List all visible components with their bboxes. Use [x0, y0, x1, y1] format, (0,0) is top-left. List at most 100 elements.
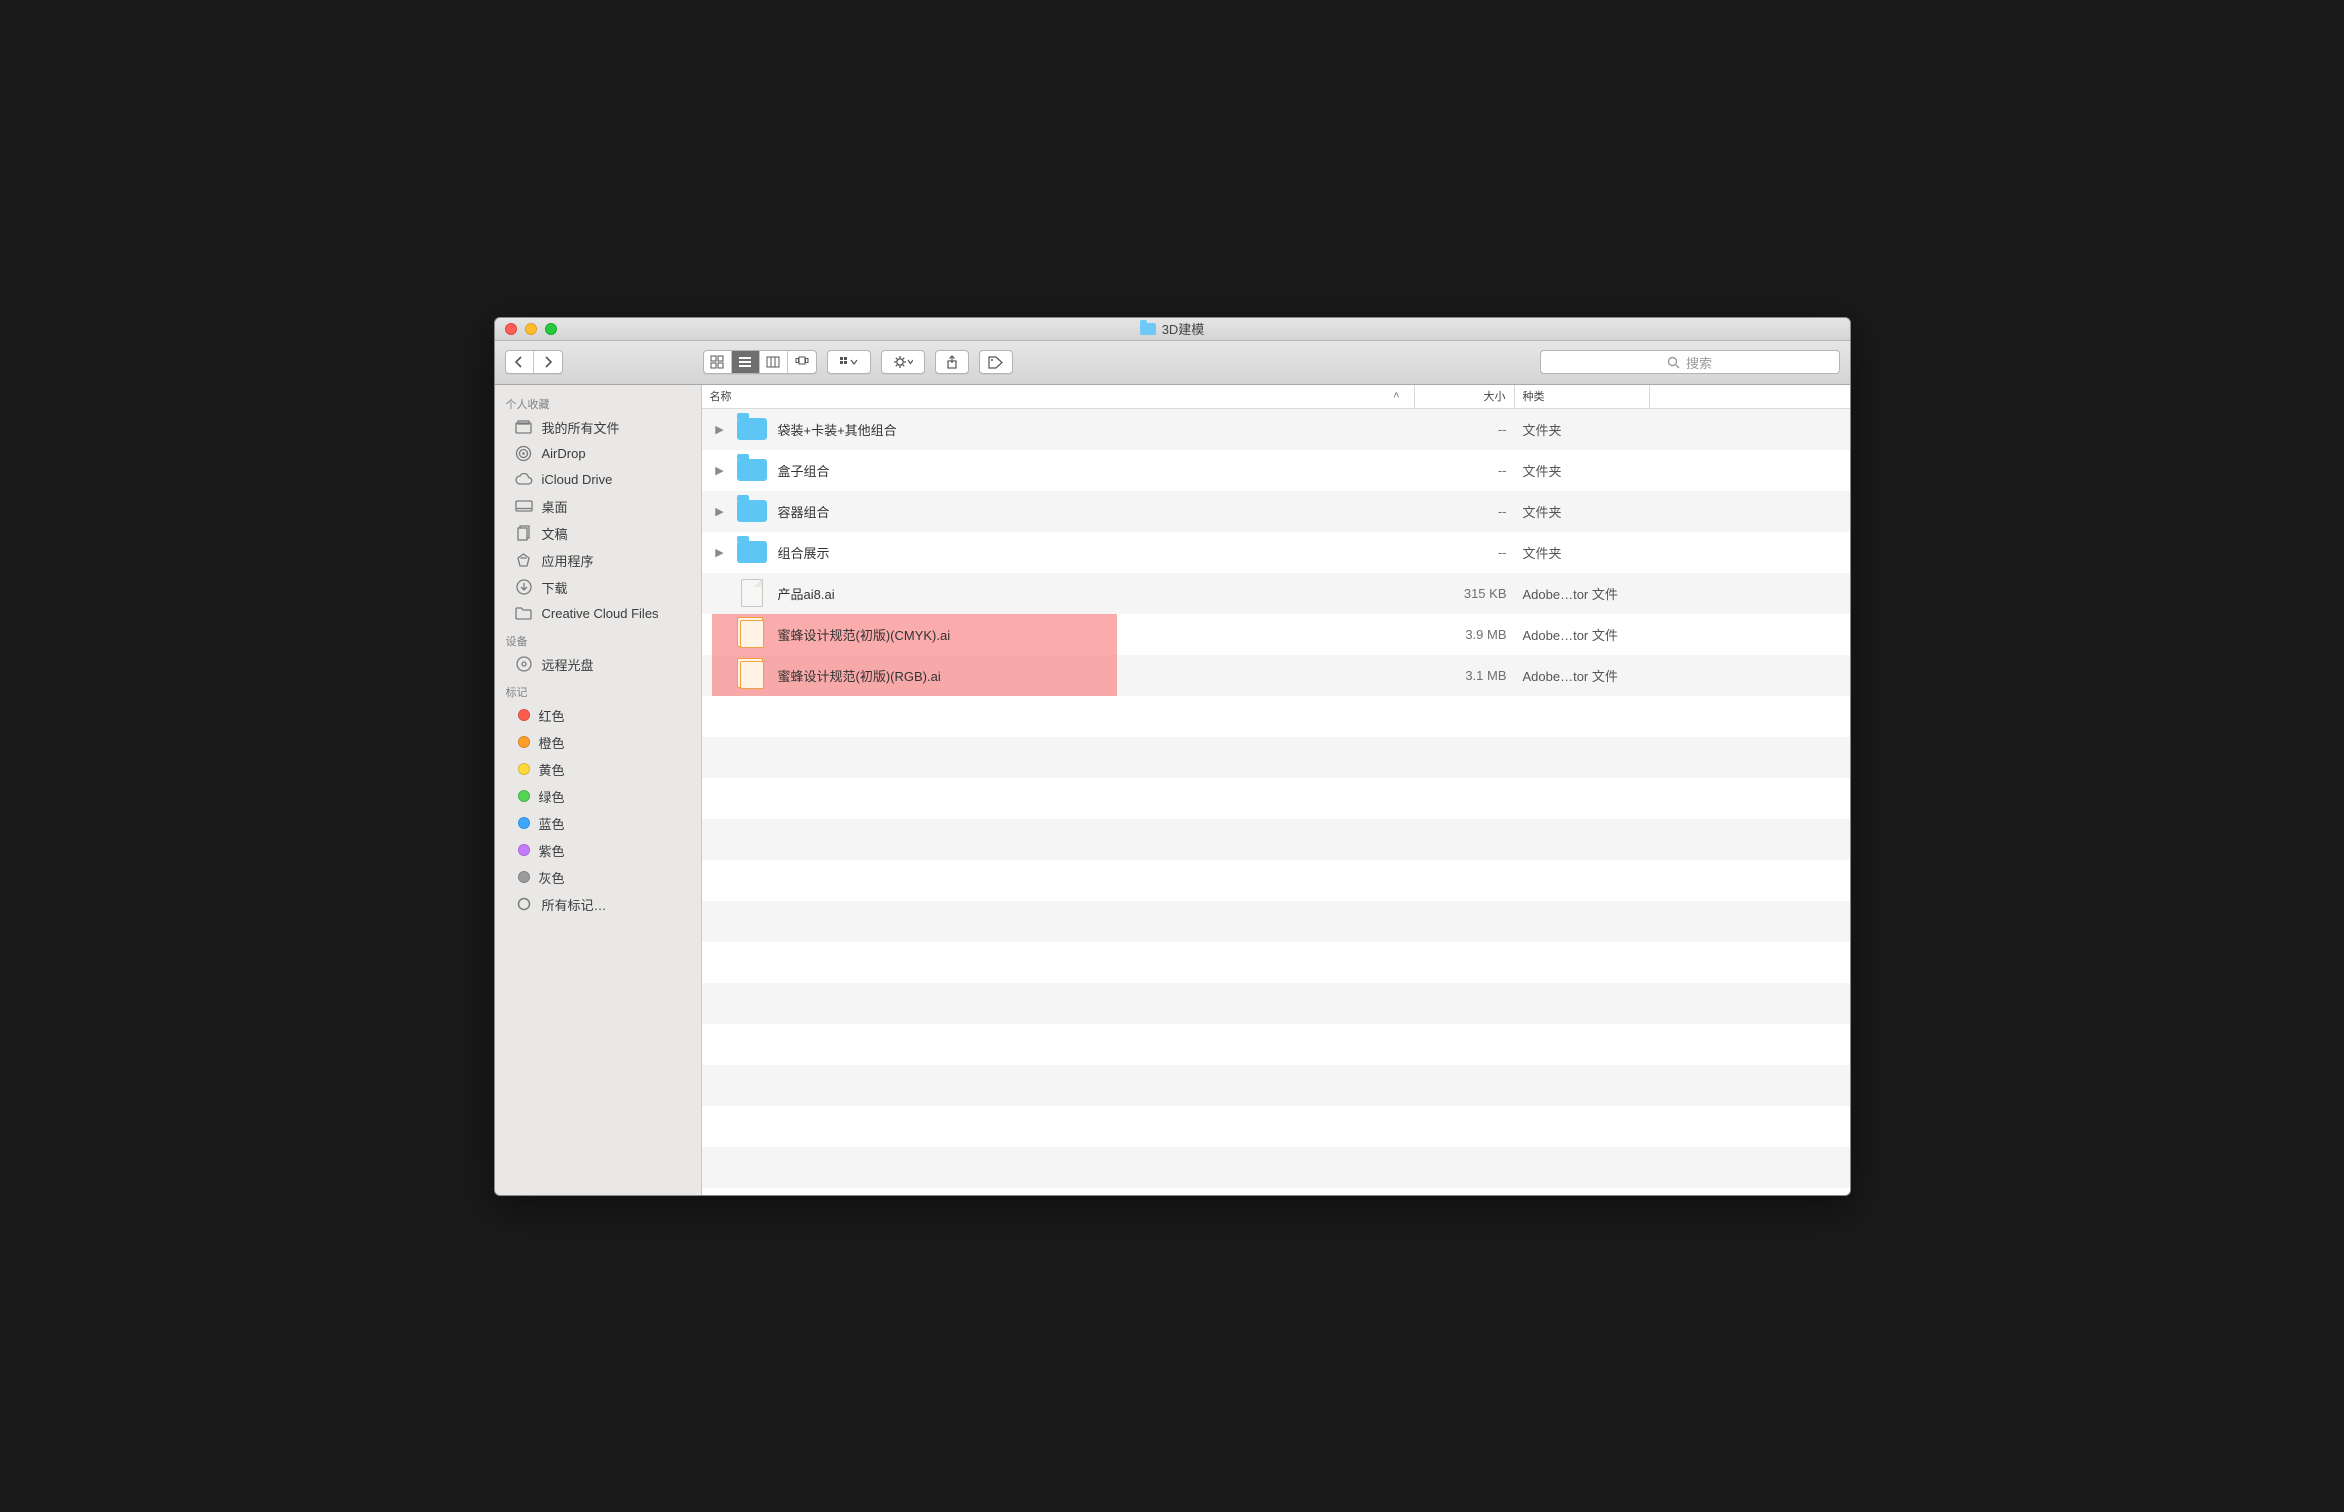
sidebar-group-tags: 标记 [495, 678, 701, 702]
minimize-window-button[interactable] [525, 323, 537, 335]
empty-row [702, 983, 1850, 1024]
sidebar-tag-item[interactable]: 所有标记… [495, 891, 701, 918]
tag-color-dot [518, 790, 530, 802]
close-window-button[interactable] [505, 323, 517, 335]
arrange-button[interactable] [827, 350, 871, 374]
file-name: 盒子组合 [778, 461, 830, 480]
sidebar-item-desktop[interactable]: 桌面 [495, 493, 701, 520]
file-row[interactable]: 蜜蜂设计规范(初版)(CMYK).ai3.9 MBAdobe…tor 文件 [702, 614, 1850, 655]
cell-kind: 文件夹 [1515, 502, 1650, 521]
sidebar-item-label: 灰色 [539, 868, 565, 887]
cell-kind: Adobe…tor 文件 [1515, 584, 1650, 603]
sidebar-item-downloads[interactable]: 下载 [495, 574, 701, 601]
empty-row [702, 1188, 1850, 1195]
empty-row [702, 1024, 1850, 1065]
list-body: ▶袋装+卡装+其他组合--文件夹▶盒子组合--文件夹▶容器组合--文件夹▶组合展… [702, 409, 1850, 1195]
traffic-lights [495, 323, 557, 335]
sidebar-item-label: 文稿 [542, 524, 568, 543]
sidebar-tag-item[interactable]: 红色 [495, 702, 701, 729]
sidebar-tag-item[interactable]: 绿色 [495, 783, 701, 810]
sidebar-item-airdrop[interactable]: AirDrop [495, 441, 701, 467]
sidebar-item-label: AirDrop [542, 446, 586, 461]
cell-name: ▶容器组合 [702, 497, 1415, 525]
empty-row [702, 942, 1850, 983]
airdrop-icon [515, 445, 533, 463]
column-header-size[interactable]: 大小 [1415, 385, 1515, 408]
action-button[interactable] [881, 350, 925, 374]
cell-kind: 文件夹 [1515, 543, 1650, 562]
file-row[interactable]: ▶袋装+卡装+其他组合--文件夹 [702, 409, 1850, 450]
empty-row [702, 819, 1850, 860]
tag-color-dot [518, 871, 530, 883]
folder-icon [515, 605, 533, 623]
tags-button[interactable] [979, 350, 1013, 374]
finder-window: 3D建模 [494, 317, 1851, 1196]
sidebar-item-label: 我的所有文件 [542, 418, 620, 437]
cell-kind: 文件夹 [1515, 461, 1650, 480]
cell-size: 315 KB [1415, 586, 1515, 601]
back-button[interactable] [506, 351, 534, 373]
sidebar-tag-item[interactable]: 蓝色 [495, 810, 701, 837]
cell-size: -- [1415, 463, 1515, 478]
sidebar-item-label: 蓝色 [539, 814, 565, 833]
disclosure-triangle[interactable]: ▶ [714, 423, 726, 436]
sidebar-item-label: 橙色 [539, 733, 565, 752]
icon-view-button[interactable] [704, 351, 732, 373]
sidebar-item-creative-cloud[interactable]: Creative Cloud Files [495, 601, 701, 627]
file-row[interactable]: 产品ai8.ai 315 KBAdobe…tor 文件 [702, 573, 1850, 614]
folder-icon [1140, 323, 1156, 335]
column-header-name[interactable]: 名称 ˄ [702, 385, 1415, 408]
cell-size: -- [1415, 504, 1515, 519]
file-row[interactable]: ▶组合展示--文件夹 [702, 532, 1850, 573]
toolbar: 搜索 [495, 341, 1850, 385]
disclosure-triangle[interactable]: ▶ [714, 464, 726, 477]
sidebar-item-icloud[interactable]: iCloud Drive [495, 467, 701, 493]
file-row[interactable]: 蜜蜂设计规范(初版)(RGB).ai3.1 MBAdobe…tor 文件 [702, 655, 1850, 696]
cloud-icon [515, 471, 533, 489]
forward-button[interactable] [534, 351, 562, 373]
cell-size: 3.1 MB [1415, 668, 1515, 683]
window-title: 3D建模 [495, 319, 1850, 338]
folder-icon [736, 456, 768, 484]
sidebar-item-documents[interactable]: 文稿 [495, 520, 701, 547]
column-header-extra[interactable] [1650, 385, 1850, 408]
cell-size: 3.9 MB [1415, 627, 1515, 642]
sidebar-tag-item[interactable]: 灰色 [495, 864, 701, 891]
sidebar-item-label: 下载 [542, 578, 568, 597]
share-button[interactable] [935, 350, 969, 374]
coverflow-view-button[interactable] [788, 351, 816, 373]
sidebar-item-applications[interactable]: 应用程序 [495, 547, 701, 574]
zoom-window-button[interactable] [545, 323, 557, 335]
search-placeholder: 搜索 [1686, 353, 1712, 372]
file-name: 袋装+卡装+其他组合 [778, 420, 897, 439]
sidebar-tag-item[interactable]: 紫色 [495, 837, 701, 864]
file-row[interactable]: ▶容器组合--文件夹 [702, 491, 1850, 532]
tag-color-dot [518, 709, 530, 721]
list-view-button[interactable] [732, 351, 760, 373]
search-field[interactable]: 搜索 [1540, 350, 1840, 374]
remote-disc-icon [515, 655, 533, 673]
cell-kind: Adobe…tor 文件 [1515, 625, 1650, 644]
empty-row [702, 696, 1850, 737]
file-row[interactable]: ▶ 盒子组合 --文件夹 [702, 450, 1850, 491]
cell-name: 产品ai8.ai [702, 579, 1415, 607]
column-header-kind[interactable]: 种类 [1515, 385, 1650, 408]
sidebar-item-label: 绿色 [539, 787, 565, 806]
tag-color-dot [518, 817, 530, 829]
file-list: 名称 ˄ 大小 种类 ▶袋装+卡装+其他组合--文件夹▶盒子组合--文件夹▶容器… [702, 385, 1850, 1195]
file-name: 产品ai8.ai [778, 584, 835, 603]
disclosure-triangle[interactable]: ▶ [714, 505, 726, 518]
sidebar-tag-item[interactable]: 黄色 [495, 756, 701, 783]
sidebar-item-label: Creative Cloud Files [542, 606, 659, 621]
sidebar-item-all-my-files[interactable]: 我的所有文件 [495, 414, 701, 441]
sidebar-item-label: iCloud Drive [542, 472, 613, 487]
column-view-button[interactable] [760, 351, 788, 373]
sidebar-item-label: 紫色 [539, 841, 565, 860]
document-icon [736, 579, 768, 607]
sidebar-tag-item[interactable]: 橙色 [495, 729, 701, 756]
disclosure-triangle[interactable]: ▶ [714, 546, 726, 559]
search-icon [1667, 356, 1680, 369]
list-header: 名称 ˄ 大小 种类 [702, 385, 1850, 409]
sidebar-item-remote-disc[interactable]: 远程光盘 [495, 651, 701, 678]
folder-icon [736, 538, 768, 566]
